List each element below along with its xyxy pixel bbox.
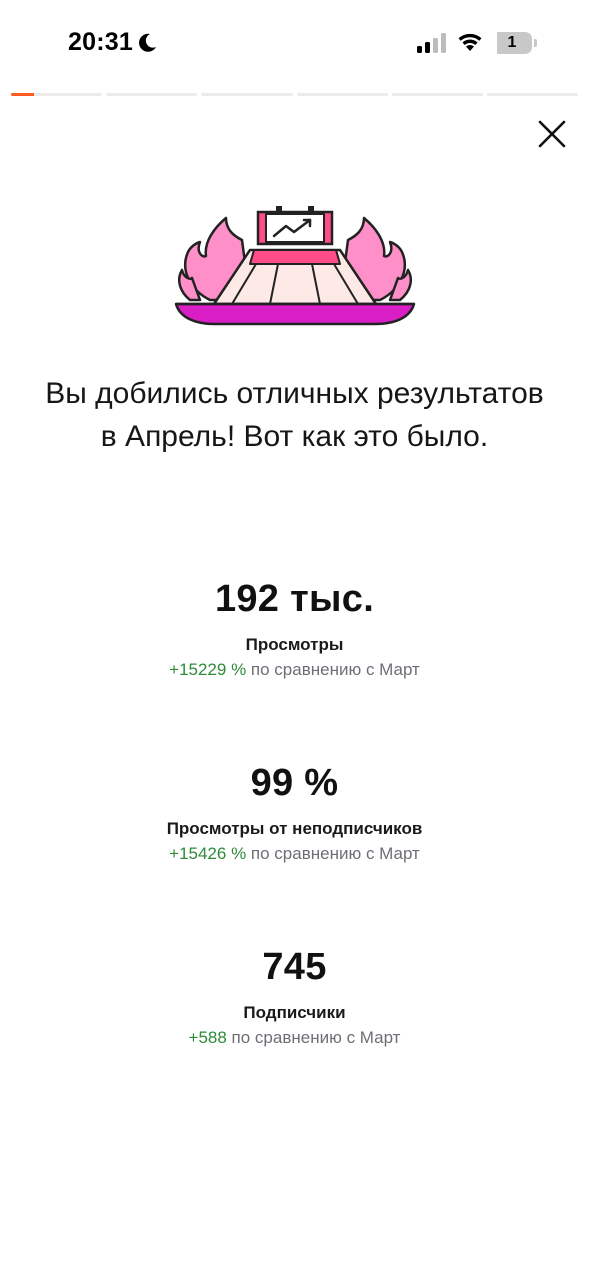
story-progress-segment bbox=[11, 93, 103, 96]
close-icon[interactable] bbox=[534, 116, 570, 152]
stat-label: Просмотры от неподписчиков bbox=[166, 819, 423, 838]
stat-comparison-text: по сравнению с Март bbox=[231, 1028, 401, 1047]
stat-delta: +15229 % bbox=[169, 660, 247, 679]
stat-delta: +15426 % bbox=[169, 844, 247, 863]
story-progress-segment bbox=[106, 93, 198, 96]
moon-icon bbox=[139, 33, 156, 52]
stat-comparison: +15229 % по сравнению с Март bbox=[0, 659, 589, 681]
status-time: 20:31 bbox=[68, 28, 133, 56]
story-progress-segment bbox=[486, 93, 579, 96]
stat-value: 192 тыс. bbox=[214, 578, 375, 620]
status-bar: 20:31 1 bbox=[0, 0, 589, 88]
story-progress-segment bbox=[201, 93, 293, 96]
stat-delta: +588 bbox=[188, 1028, 227, 1047]
headline: Вы добились отличных результатов в Апрел… bbox=[45, 377, 544, 453]
story-progress-segment bbox=[391, 93, 483, 96]
stat-comparison: +15426 % по сравнению с Март bbox=[0, 843, 589, 865]
stat-comparison-text: по сравнению с Март bbox=[250, 844, 420, 863]
battery-level-text: 1 bbox=[507, 34, 517, 51]
battery-cap bbox=[534, 39, 537, 47]
stat-comparison: +588 по сравнению с Март bbox=[0, 1027, 589, 1049]
cellular-signal-icon bbox=[417, 33, 446, 53]
battery-indicator: 1 bbox=[492, 32, 532, 54]
trending-stage-illustration bbox=[174, 206, 416, 326]
stat-comparison-text: по сравнению с Март bbox=[250, 660, 420, 679]
story-progress-segment bbox=[296, 93, 388, 96]
stat-non-follower-views: 99 % Просмотры от неподписчиков +15426 %… bbox=[0, 760, 589, 865]
story-progress-fill bbox=[11, 93, 34, 96]
stat-label: Подписчики bbox=[243, 1003, 346, 1022]
stat-followers: 745 Подписчики +588 по сравнению с Март bbox=[0, 944, 589, 1049]
story-progress-bar bbox=[11, 93, 579, 96]
stat-label: Просмотры bbox=[245, 635, 344, 654]
wifi-icon bbox=[458, 33, 482, 51]
stat-views: 192 тыс. Просмотры +15229 % по сравнению… bbox=[0, 576, 589, 681]
stat-value: 99 % bbox=[250, 762, 339, 804]
stat-value: 745 bbox=[262, 946, 327, 988]
